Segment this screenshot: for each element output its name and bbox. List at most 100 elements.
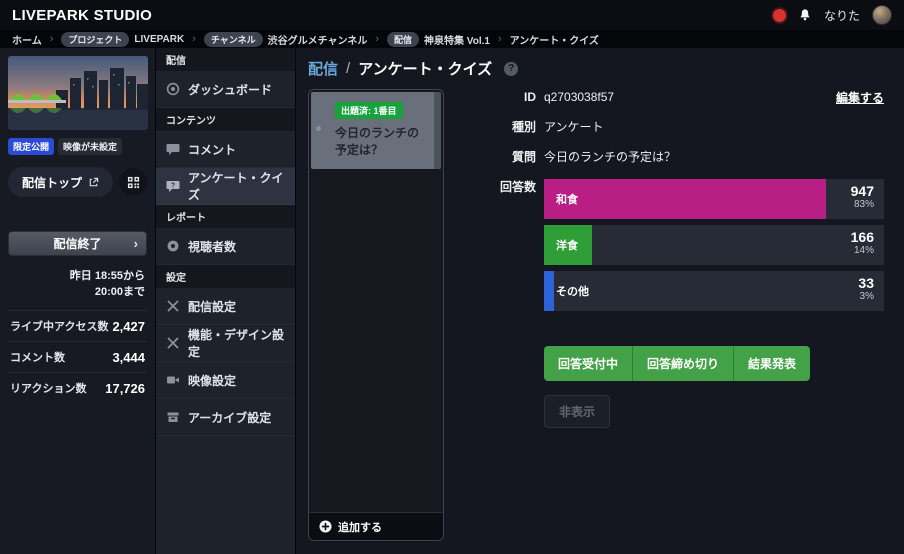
help-icon[interactable]: ?: [504, 62, 518, 76]
detail-type-value: アンケート: [544, 119, 604, 136]
breadcrumb: ホーム › プロジェクト LIVEPARK › チャンネル 渋谷グルメチャンネル…: [0, 30, 904, 48]
stat-value: 3,444: [112, 350, 145, 365]
channel-badge: チャンネル: [204, 32, 263, 47]
breadcrumb-project[interactable]: プロジェクト LIVEPARK: [61, 32, 184, 47]
question-status-badge: 出題済: 1番目: [335, 102, 403, 119]
answer-percent: 3%: [858, 291, 874, 303]
answer-value: 33 3%: [858, 275, 874, 303]
external-link-icon: [88, 177, 99, 188]
bell-icon[interactable]: [798, 8, 812, 22]
question-card-selected[interactable]: 出題済: 1番目 今日のランチの予定は？: [311, 92, 441, 169]
nav-item-label: 機能・デザイン設定: [188, 326, 285, 360]
answer-value: 947 83%: [851, 183, 874, 211]
answer-bar-washoku: 和食 947 83%: [544, 179, 884, 219]
nav-item-dashboard[interactable]: ダッシュボード: [156, 71, 295, 108]
stream-badges: 限定公開 映像が未設定: [8, 138, 147, 155]
detail-question-value: 今日のランチの予定は？: [544, 149, 676, 166]
breadcrumb-stream[interactable]: 配信 神泉特集 Vol.1: [387, 32, 490, 47]
svg-text:?: ?: [171, 183, 175, 190]
app-title: LIVEPARK STUDIO: [12, 7, 152, 24]
stat-label: ライブ中アクセス数: [10, 318, 108, 334]
detail-label: 質問: [500, 149, 536, 166]
nav-item-survey-quiz[interactable]: ? アンケート・クイズ: [156, 168, 295, 205]
add-question-button[interactable]: 追加する: [309, 512, 443, 540]
tools-icon: [166, 299, 180, 313]
stat-label: リアクション数: [10, 380, 86, 396]
nav-section-report: レポート: [156, 205, 295, 228]
chevron-right-icon: ›: [134, 236, 138, 251]
viewers-icon: [166, 239, 180, 253]
hide-button[interactable]: 非表示: [544, 395, 610, 428]
detail-label: 種別: [500, 119, 536, 136]
breadcrumb-channel-label: 渋谷グルメチャンネル: [268, 32, 368, 47]
nav-item-label: アーカイブ設定: [188, 409, 271, 426]
record-dot-icon: [773, 9, 786, 22]
nav-section-stream: 配信: [156, 48, 295, 71]
drag-handle-icon[interactable]: [316, 126, 321, 131]
camera-icon: [166, 373, 180, 387]
detail-row-type: 種別 アンケート: [500, 119, 884, 136]
end-stream-button[interactable]: 配信終了 ›: [8, 231, 147, 256]
chevron-right-icon: ›: [375, 33, 379, 45]
comment-icon: [166, 142, 180, 156]
tools-icon: [166, 336, 180, 350]
breadcrumb-project-label: LIVEPARK: [134, 34, 184, 45]
question-list-panel: 出題済: 1番目 今日のランチの予定は？ 追加する: [308, 89, 444, 541]
nav-item-video-settings[interactable]: 映像設定: [156, 362, 295, 399]
answer-count: 166: [851, 229, 874, 245]
nav-item-stream-settings[interactable]: 配信設定: [156, 288, 295, 325]
stream-thumbnail[interactable]: [8, 56, 148, 130]
add-question-label: 追加する: [338, 519, 382, 535]
accepting-answers-button[interactable]: 回答受付中: [544, 346, 633, 381]
nav-item-viewers[interactable]: 視聴者数: [156, 228, 295, 265]
detail-label: ID: [500, 89, 536, 106]
stat-value: 17,726: [105, 381, 145, 396]
qr-code-button[interactable]: [119, 168, 147, 196]
stream-info-panel: 限定公開 映像が未設定 配信トップ: [0, 48, 156, 554]
answer-bars: 和食 947 83% 洋食 166 14%: [544, 179, 884, 311]
stat-comments: コメント数 3,444: [8, 341, 147, 372]
question-list: 出題済: 1番目 今日のランチの予定は？: [309, 90, 443, 512]
user-name[interactable]: なりた: [824, 7, 860, 24]
nav-item-label: 配信設定: [188, 298, 236, 315]
visibility-badge: 限定公開: [8, 138, 54, 155]
chevron-right-icon: ›: [192, 33, 196, 45]
answer-count: 33: [858, 275, 874, 291]
answer-value: 166 14%: [851, 229, 874, 257]
answer-percent: 83%: [851, 199, 874, 211]
stream-top-button[interactable]: 配信トップ: [8, 167, 113, 197]
nav-item-label: アンケート・クイズ: [188, 169, 285, 203]
nav-section-settings: 設定: [156, 265, 295, 288]
scrollbar[interactable]: [434, 92, 441, 169]
detail-label: 回答数: [500, 179, 536, 196]
detail-row-id: ID q2703038f57 編集する: [500, 89, 884, 106]
answer-label: その他: [556, 283, 589, 299]
nav-item-comments[interactable]: コメント: [156, 131, 295, 168]
breadcrumb-current-label: アンケート・クイズ: [510, 32, 599, 47]
chevron-right-icon: ›: [50, 33, 54, 45]
answer-label: 洋食: [556, 237, 578, 253]
nav-item-label: 視聴者数: [188, 238, 236, 255]
title-separator: /: [346, 60, 350, 77]
chevron-right-icon: ›: [498, 33, 502, 45]
stat-live-access: ライブ中アクセス数 2,427: [8, 310, 147, 341]
avatar[interactable]: [872, 5, 892, 25]
title-section-link[interactable]: 配信: [308, 58, 338, 79]
edit-link[interactable]: 編集する: [836, 89, 884, 106]
close-answers-button[interactable]: 回答締め切り: [633, 346, 734, 381]
nav-item-feature-design-settings[interactable]: 機能・デザイン設定: [156, 325, 295, 362]
nav-item-archive-settings[interactable]: アーカイブ設定: [156, 399, 295, 436]
nav-item-label: コメント: [188, 141, 236, 158]
breadcrumb-home[interactable]: ホーム: [12, 32, 42, 47]
stream-badge: 配信: [387, 32, 419, 47]
archive-icon: [166, 410, 180, 424]
breadcrumb-channel[interactable]: チャンネル 渋谷グルメチャンネル: [204, 32, 367, 47]
announce-results-button[interactable]: 結果発表: [734, 346, 810, 381]
video-status-badge: 映像が未設定: [58, 138, 122, 155]
nav-item-label: 映像設定: [188, 372, 236, 389]
page-title: 配信 / アンケート・クイズ ?: [308, 58, 892, 79]
bar-fill: [544, 271, 554, 311]
side-nav: 配信 ダッシュボード コンテンツ コメント ? アンケート・クイズ レポート: [156, 48, 296, 554]
survey-icon: ?: [166, 179, 180, 193]
schedule-start: 昨日 18:55から: [8, 268, 145, 284]
